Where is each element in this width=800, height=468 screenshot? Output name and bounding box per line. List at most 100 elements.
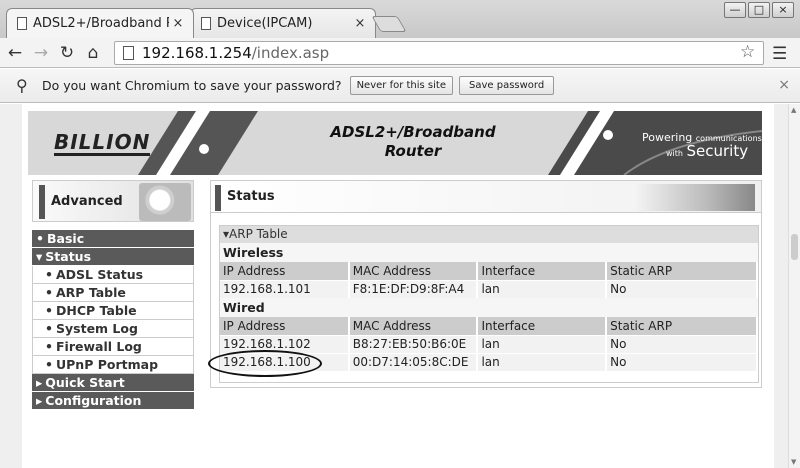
sidebar-item-label: ARP Table xyxy=(56,285,126,300)
cell-text: 192.168.1.101 xyxy=(223,282,311,297)
table-row: 192.168.1.102 B8:27:EB:50:B6:0E lan No xyxy=(220,334,758,353)
table-cell: lan xyxy=(477,352,608,371)
sidebar-item-upnp-portmap[interactable]: • UPnP Portmap xyxy=(32,356,194,374)
sidebar-item-adsl-status[interactable]: • ADSL Status xyxy=(32,266,194,284)
arp-table-title[interactable]: ▾ARP Table xyxy=(220,226,758,243)
cell-text: lan xyxy=(481,355,500,370)
table-cell: No xyxy=(606,279,758,298)
star-icon[interactable]: ☆ xyxy=(740,42,755,62)
sidebar-item-status[interactable]: ▾ Status xyxy=(32,248,194,266)
scroll-thumb[interactable] xyxy=(791,234,798,260)
new-tab-button[interactable] xyxy=(371,16,407,32)
sidebar-item-bullet: • xyxy=(36,231,44,246)
cell-text: No xyxy=(610,337,627,351)
banner-title-line1: ADSL2+/Broadband xyxy=(330,123,496,141)
page-icon xyxy=(201,17,211,30)
sidebar-item-arp-table[interactable]: • ARP Table xyxy=(32,284,194,302)
sidebar-item-label: System Log xyxy=(56,321,138,336)
banner-tagline: Powering communications with Security xyxy=(642,131,762,160)
password-infobar: ⚲ Do you want Chromium to save your pass… xyxy=(0,69,800,103)
sidebar-item-label: DHCP Table xyxy=(56,303,137,318)
column-header: Interface xyxy=(477,317,608,335)
scroll-up-icon[interactable]: ▲ xyxy=(791,106,796,114)
sidebar-item-label: Basic xyxy=(47,231,85,246)
sidebar-item-system-log[interactable]: • System Log xyxy=(32,320,194,338)
tab-router[interactable]: ADSL2+/Broadband Rou × xyxy=(6,8,194,38)
table-cell: 192.168.1.101 xyxy=(220,279,350,298)
key-icon: ⚲ xyxy=(16,76,28,95)
tagline-powering: Powering xyxy=(642,131,693,144)
sidebar-item-dhcp-table[interactable]: • DHCP Table xyxy=(32,302,194,320)
banner-title-line2: Router xyxy=(384,142,442,160)
status-title: Status xyxy=(227,189,275,204)
maximize-button[interactable]: □ xyxy=(748,2,770,18)
page-icon xyxy=(123,46,134,60)
cell-text: 192.168.1.100 xyxy=(223,355,311,370)
table-cell: lan xyxy=(477,334,608,353)
tab-title: ADSL2+/Broadband Rou xyxy=(33,16,169,31)
never-for-this-site-button[interactable]: Never for this site xyxy=(349,76,453,95)
address-bar[interactable]: 192.168.1.254/index.asp xyxy=(114,41,764,65)
sidebar-item-label: ADSL Status xyxy=(56,267,144,282)
table-cell: F8:1E:DF:D9:8F:A4 xyxy=(348,279,479,298)
sidebar-item-bullet: ▸ xyxy=(36,375,43,390)
router-page: BILLION ADSL2+/Broadband Router Powering… xyxy=(22,104,774,468)
hamburger-menu-icon[interactable]: ☰ xyxy=(772,44,787,64)
vertical-scrollbar[interactable]: ▲ ▼ xyxy=(788,104,800,468)
close-window-button[interactable]: × xyxy=(772,2,794,18)
sidebar-item-bullet: • xyxy=(45,357,53,372)
table-cell: 00:D7:14:05:8C:DE xyxy=(348,352,479,371)
page-icon xyxy=(17,17,27,30)
column-header: Static ARP xyxy=(606,262,758,280)
sidebar-item-quick-start[interactable]: ▸ Quick Start xyxy=(32,374,194,392)
tab-close-icon[interactable]: × xyxy=(169,16,187,31)
save-password-button[interactable]: Save password xyxy=(459,76,555,95)
minimize-button[interactable]: — xyxy=(724,2,746,18)
cell-text: B8:27:EB:50:B6:0E xyxy=(352,337,467,351)
tab-title: Device(IPCAM) xyxy=(217,16,313,31)
close-icon[interactable]: × xyxy=(778,77,790,93)
billion-logo: BILLION xyxy=(54,130,151,156)
sidebar-item-bullet: • xyxy=(45,267,53,282)
column-header: MAC Address xyxy=(348,262,479,280)
cell-text: lan xyxy=(481,282,500,297)
sidebar-item-configuration[interactable]: ▸ Configuration xyxy=(32,392,194,410)
tab-ipcam[interactable]: Device(IPCAM) × xyxy=(190,8,376,38)
tab-close-icon[interactable]: × xyxy=(351,16,369,31)
arp-table-box: ▾ARP Table Wireless IP Address MAC Addres… xyxy=(208,225,759,383)
wired-arp-table: IP Address MAC Address Interface Static ARP… xyxy=(208,317,758,377)
table-cell: No xyxy=(606,334,758,353)
sidebar-item-label: UPnP Portmap xyxy=(56,357,159,372)
table-row: 192.168.1.100 00:D7:14:05:8C:DE lan No xyxy=(208,349,758,377)
sidebar-item-bullet: ▸ xyxy=(36,393,43,408)
table-cell: No xyxy=(606,352,758,371)
reload-icon[interactable]: ↻ xyxy=(56,43,78,63)
sidebar-item-label: Quick Start xyxy=(45,375,125,390)
column-header: Interface xyxy=(477,262,608,280)
sidebar-item-label: Status xyxy=(45,249,92,264)
table-cell: 192.168.1.100 xyxy=(208,349,350,377)
address-path: /index.asp xyxy=(251,44,330,62)
status-header: Status xyxy=(211,181,761,213)
sidebar-item-basic[interactable]: • Basic xyxy=(32,230,194,248)
cell-text: No xyxy=(610,282,627,297)
home-icon[interactable]: ⌂ xyxy=(82,43,104,63)
woman-photo xyxy=(139,183,191,221)
table-row: 192.168.1.101 F8:1E:DF:D9:8F:A4 lan No xyxy=(220,279,758,298)
window-controls: — □ × xyxy=(724,2,794,18)
table-cell: B8:27:EB:50:B6:0E xyxy=(348,334,479,353)
arrow-right-icon[interactable]: → xyxy=(30,43,52,63)
sidebar-item-bullet: • xyxy=(45,303,53,318)
column-header: MAC Address xyxy=(348,317,479,335)
scroll-down-icon[interactable]: ▼ xyxy=(791,458,796,466)
advanced-label: Advanced xyxy=(51,194,123,209)
arrow-left-icon[interactable]: ← xyxy=(4,43,26,63)
column-header: IP Address xyxy=(220,262,350,280)
sidebar-item-bullet: • xyxy=(45,321,53,336)
office-photo xyxy=(635,184,755,211)
sidebar-item-firewall-log[interactable]: • Firewall Log xyxy=(32,338,194,356)
tab-strip: ADSL2+/Broadband Rou × Device(IPCAM) × —… xyxy=(0,0,800,38)
browser-toolbar: ← → ↻ ⌂ 192.168.1.254/index.asp ☆ ☰ xyxy=(0,38,800,68)
cell-text: F8:1E:DF:D9:8F:A4 xyxy=(352,282,465,297)
password-prompt: Do you want Chromium to save your passwo… xyxy=(42,78,342,93)
